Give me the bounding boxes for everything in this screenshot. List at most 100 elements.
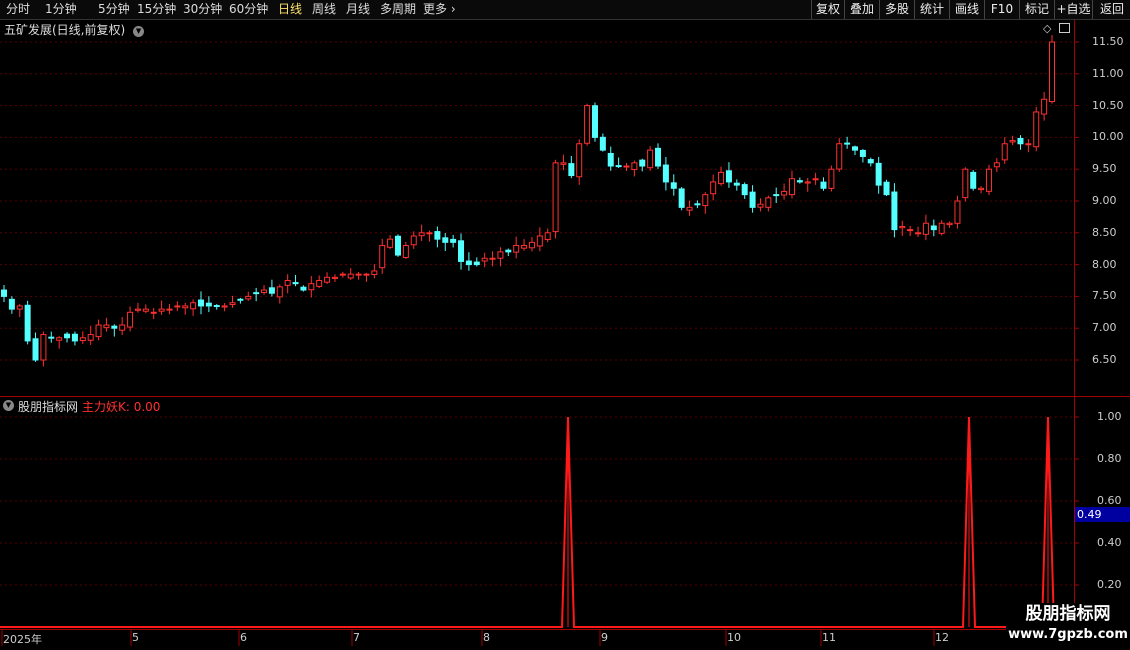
watermark-title: 股朋指标网 xyxy=(1025,604,1111,624)
candle xyxy=(95,319,102,341)
candle-body xyxy=(662,164,669,183)
candle-body xyxy=(544,232,551,241)
candle-body xyxy=(229,302,236,306)
candle xyxy=(300,285,307,292)
candle xyxy=(710,174,717,201)
candle-body xyxy=(584,105,591,144)
candle-body xyxy=(142,308,149,312)
candle-body xyxy=(954,200,961,224)
candle xyxy=(24,300,31,345)
candle xyxy=(190,299,197,316)
candle-body xyxy=(331,276,338,279)
indicator-line xyxy=(0,416,1074,628)
candle-body xyxy=(394,235,401,256)
chevron-down-icon[interactable]: ▼ xyxy=(133,26,145,37)
candle xyxy=(773,187,780,203)
watermark-url: www.7gpzb.com xyxy=(1008,627,1128,642)
indicator-tick-label: 1.00 xyxy=(1097,410,1122,423)
candle-body xyxy=(1033,111,1040,148)
candle-body xyxy=(190,302,197,310)
candle xyxy=(442,233,449,251)
indicator-tick-label: 0.20 xyxy=(1097,578,1122,591)
candle xyxy=(418,224,425,241)
candle xyxy=(40,331,47,367)
candle xyxy=(458,233,465,270)
candle xyxy=(292,274,299,287)
candle xyxy=(253,287,260,302)
candle xyxy=(473,257,480,267)
candle xyxy=(584,103,591,146)
candle-body xyxy=(828,168,835,189)
x-tick-label: 10 xyxy=(727,631,741,644)
candle xyxy=(686,200,693,216)
candle xyxy=(647,146,654,171)
candle xyxy=(521,239,528,251)
x-tick-label: 7 xyxy=(353,631,360,644)
candle xyxy=(8,296,15,314)
candle-body xyxy=(686,206,693,211)
candle xyxy=(844,136,851,149)
candle xyxy=(623,163,630,171)
candle xyxy=(324,272,331,284)
candle xyxy=(387,235,394,250)
candle xyxy=(544,228,551,243)
candle-body xyxy=(1025,143,1032,146)
candle-body xyxy=(985,168,992,192)
candlestick-series xyxy=(1,35,1055,367)
candle-body xyxy=(182,305,189,309)
candle xyxy=(978,186,985,194)
candle xyxy=(678,187,685,211)
candle-body xyxy=(796,180,803,183)
candle xyxy=(946,221,953,228)
candle xyxy=(757,198,764,212)
candle xyxy=(205,296,212,313)
candle-body xyxy=(316,280,323,287)
candle xyxy=(166,304,173,315)
candle xyxy=(134,302,141,313)
candle-body xyxy=(8,298,15,310)
candle-body xyxy=(922,222,929,235)
stock-title-text: 五矿发展(日线,前复权) xyxy=(4,23,126,37)
candle xyxy=(103,317,110,332)
candle xyxy=(891,183,898,238)
chart-canvas[interactable] xyxy=(0,0,1130,650)
candle xyxy=(655,143,662,170)
candle-body xyxy=(568,163,575,177)
candle-body xyxy=(205,302,212,307)
candle xyxy=(781,183,788,200)
candle xyxy=(64,331,71,343)
candle xyxy=(410,231,417,249)
diamond-icon[interactable]: ◇ xyxy=(1043,22,1051,35)
candle-body xyxy=(450,238,457,243)
indicator-menu-icon[interactable]: ▼ xyxy=(3,400,14,411)
candle xyxy=(607,146,614,171)
candle-body xyxy=(1,289,7,297)
candle-body xyxy=(891,191,898,231)
candle xyxy=(1049,35,1055,104)
candle-body xyxy=(71,333,78,342)
candle xyxy=(284,274,291,294)
candle-body xyxy=(64,333,71,339)
candle-body xyxy=(599,136,606,151)
candle xyxy=(450,234,457,248)
candle-body xyxy=(883,181,890,196)
candle xyxy=(852,145,859,156)
candle xyxy=(631,160,638,177)
candle-body xyxy=(426,232,433,235)
candle xyxy=(127,306,134,332)
price-tick-label: 9.50 xyxy=(1092,162,1117,176)
candle xyxy=(237,297,244,304)
candle-body xyxy=(859,149,866,157)
candle xyxy=(568,156,575,179)
panel-toggle-icon[interactable] xyxy=(1059,23,1070,33)
candle xyxy=(371,264,378,279)
candle xyxy=(1033,106,1040,152)
candle-body xyxy=(765,197,772,208)
candle-body xyxy=(245,295,252,300)
candle xyxy=(560,154,567,171)
candle-body xyxy=(725,170,732,183)
candle-body xyxy=(852,146,859,151)
candle xyxy=(426,230,433,242)
x-tick-label: 2025年 xyxy=(3,633,42,646)
candle-body xyxy=(576,143,583,178)
